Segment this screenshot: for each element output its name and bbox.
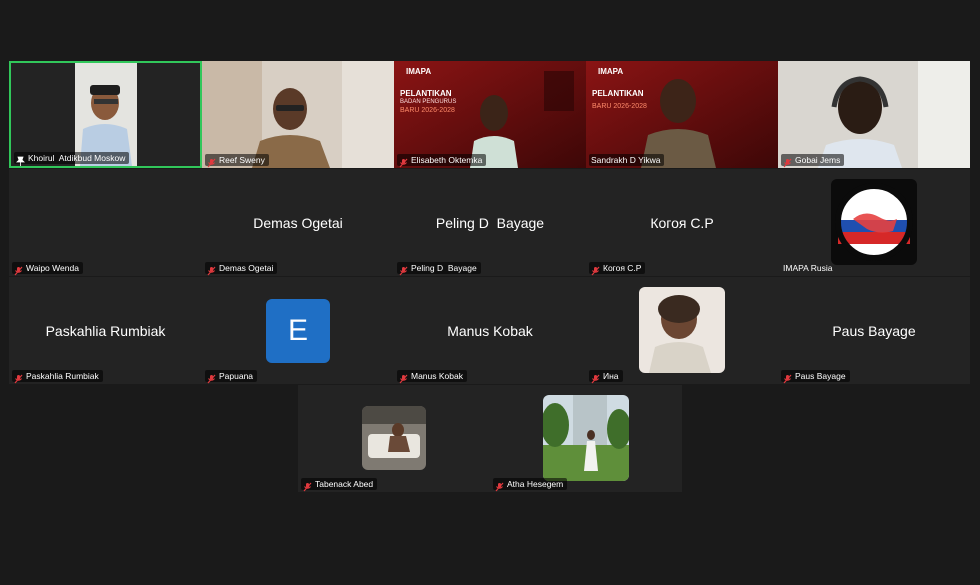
participant-tile-waipo-wenda[interactable]: Waipo Wenda [9,169,202,276]
name-tag: Sandrakh D Yikwa [589,154,665,166]
participant-name: IMAPA Rusia [783,263,833,273]
imapa-logo [831,179,917,265]
name-tag: Atha Hesegem [493,478,568,492]
slide-org: IMAPA [598,67,624,76]
participant-tile-kogoya[interactable]: Когоя C.P Когоя C.P [586,169,778,276]
name-tag: Reef Sweny [205,154,269,168]
slide-org: IMAPA [406,67,432,76]
muted-mic-icon [207,263,216,276]
name-tag: Paskahlia Rumbiak [12,370,103,384]
profile-photo-graphic [362,406,426,470]
name-tag: Manus Kobak [397,370,467,384]
participant-name: Peling D Bayage [411,263,477,273]
name-tag: Gobai Jems [781,154,845,168]
avatar: E [266,299,330,363]
name-tag: Papuana [205,370,258,384]
muted-mic-icon [783,155,792,168]
participant-tile-atha[interactable]: Atha Hesegem [490,385,682,492]
display-name: Paus Bayage [832,322,916,339]
participant-tile-elisabeth[interactable]: IMAPA PELANTIKAN BADAN PENGURUS BARU 202… [394,61,586,168]
muted-mic-icon [14,371,23,384]
name-tag: Khoirul Atdikbud Moskow [14,152,130,166]
participant-name: Paus Bayage [795,371,846,381]
slide-background [586,61,778,168]
muted-mic-icon [303,479,312,492]
display-name: Paskahlia Rumbiak [45,322,166,339]
muted-mic-icon [207,155,216,168]
profile-photo [639,287,725,373]
participant-name: Ина [603,371,619,381]
slide-title-3: BARU 2026-2028 [592,103,647,110]
muted-mic-icon [783,371,792,384]
participant-tile-peling-bayage[interactable]: Peling D Bayage Peling D Bayage [394,169,586,276]
participant-tile-ina[interactable]: Ина [586,277,778,384]
profile-photo-graphic [543,395,629,481]
participant-tile-manus-kobak[interactable]: Manus Kobak Manus Kobak [394,277,586,384]
participant-name: Atha Hesegem [507,479,564,489]
participant-tile-sandrakh[interactable]: IMAPA PELANTIKAN BARU 2026-2028 Sandrakh… [586,61,778,168]
muted-mic-icon [14,263,23,276]
slide-title-1: PELANTIKAN [592,89,644,98]
name-tag: IMAPA Rusia [781,262,836,274]
name-tag: Demas Ogetai [205,262,278,276]
participant-name: Sandrakh D Yikwa [591,155,661,165]
display-name: Peling D Bayage [435,214,545,231]
participant-name: Elisabeth Oktemka [411,155,483,165]
muted-mic-icon [591,263,600,276]
name-tag: Paus Bayage [781,370,850,384]
participant-tile-gobai-jems[interactable]: Gobai Jems [778,61,970,168]
muted-mic-icon [399,155,408,168]
participant-name: Manus Kobak [411,371,463,381]
imapa-logo-graphic [835,183,913,261]
participant-name: Papuana [219,371,254,381]
participant-tile-tabenack[interactable]: Tabenack Abed [298,385,490,492]
slide-title-1: PELANTIKAN [400,89,452,98]
muted-mic-icon [207,371,216,384]
slide-title-3: BARU 2026-2028 [400,107,455,114]
person-video [75,63,137,166]
display-name: Когоя C.P [650,214,714,231]
muted-mic-icon [399,263,408,276]
muted-mic-icon [399,371,408,384]
person-video [778,61,970,168]
participant-tile-reef-sweny[interactable]: Reef Sweny [202,61,394,168]
name-tag: Tabenack Abed [301,478,378,492]
participant-name: Reef Sweny [219,155,265,165]
slide-title-2: BADAN PENGURUS [400,99,457,105]
muted-mic-icon [495,479,504,492]
profile-photo [362,406,426,470]
participant-tile-demas-ogetai[interactable]: Demas Ogetai Demas Ogetai [202,169,394,276]
display-name: Manus Kobak [447,322,533,339]
profile-photo [543,395,629,481]
name-tag: Когоя C.P [589,262,646,276]
participant-tile-imapa-rusia[interactable]: IMAPA Rusia [778,169,970,276]
display-name: Demas Ogetai [253,214,343,231]
participant-tile-paus-bayage[interactable]: Paus Bayage Paus Bayage [778,277,970,384]
name-tag: Ина [589,370,623,384]
participant-name: Paskahlia Rumbiak [26,371,99,381]
participant-tile-paskahlia[interactable]: Paskahlia Rumbiak Paskahlia Rumbiak [9,277,202,384]
name-tag: Elisabeth Oktemka [397,154,487,168]
video-feed [75,63,137,166]
person-video [202,61,394,168]
slide-background [394,61,586,168]
participant-name: Tabenack Abed [315,479,374,489]
profile-photo-graphic [639,287,725,373]
participant-name: Khoirul Atdikbud Moskow [28,153,126,163]
pin-icon [16,153,25,166]
muted-mic-icon [591,371,600,384]
name-tag: Peling D Bayage [397,262,481,276]
participant-tile-papuana[interactable]: E Papuana [202,277,394,384]
participant-tile-khoirul[interactable]: Khoirul Atdikbud Moskow [9,61,202,168]
participant-name: Demas Ogetai [219,263,274,273]
name-tag: Waipo Wenda [12,262,83,276]
participant-name: Waipo Wenda [26,263,79,273]
avatar-letter: E [287,314,308,347]
participant-name: Когоя C.P [603,263,642,273]
participant-name: Gobai Jems [795,155,841,165]
